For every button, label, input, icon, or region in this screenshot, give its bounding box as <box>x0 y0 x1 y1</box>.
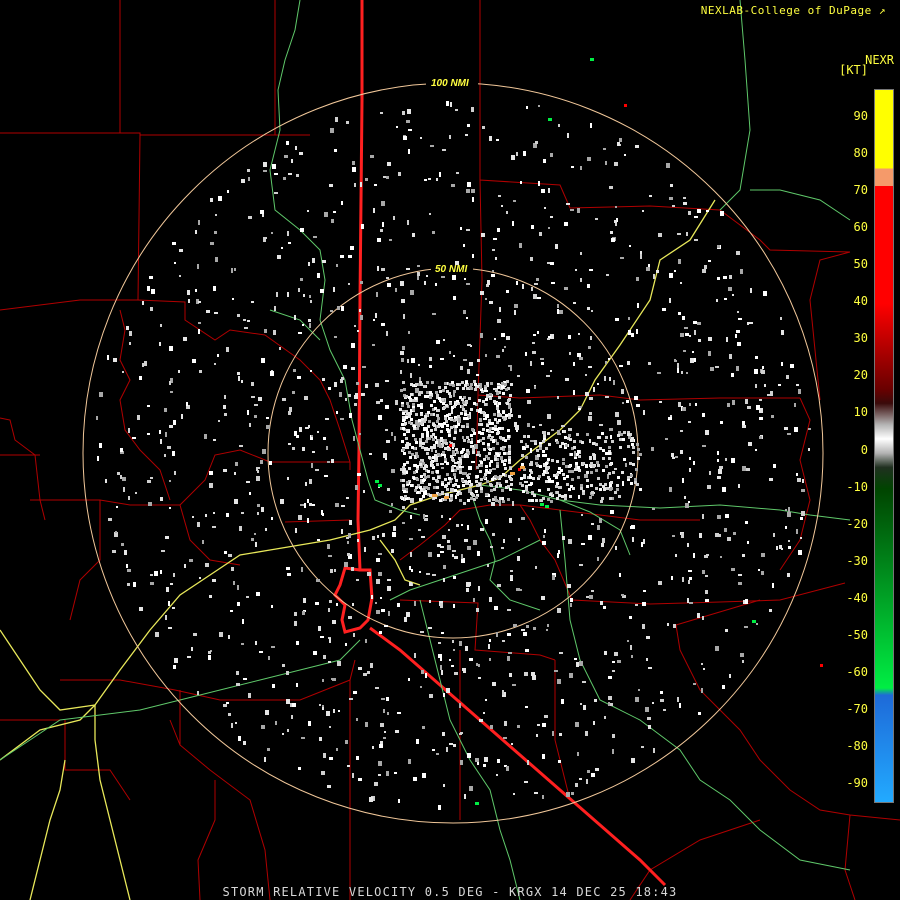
range-label-100nmi: 100 NMI <box>431 78 469 89</box>
credit-text: NEXLAB-College of DuPage <box>700 4 872 17</box>
legend-tick-label: 10 <box>853 405 868 420</box>
legend-tick-label: 80 <box>853 146 868 161</box>
legend-tick-label: 40 <box>853 294 868 309</box>
legend-tick-label: -80 <box>846 738 868 753</box>
legend-tick-label: 60 <box>853 220 868 235</box>
legend-tick-label: 70 <box>853 183 868 198</box>
legend-tick-label: -50 <box>846 627 868 642</box>
legend-tick-label: -20 <box>846 516 868 531</box>
legend-tick-label: -30 <box>846 553 868 568</box>
credit-label: NEXLAB-College of DuPage ↗ <box>701 4 886 17</box>
legend-tick-label: -70 <box>846 701 868 716</box>
external-link-icon[interactable]: ↗ <box>879 4 886 17</box>
range-label-50nmi: 50 NMI <box>435 264 467 275</box>
product-label: NEXR <box>865 53 894 67</box>
legend-tick-label: -60 <box>846 664 868 679</box>
legend-tick-label: 90 <box>853 109 868 123</box>
legend-tick-label: 20 <box>853 368 868 383</box>
legend-tick-label: -40 <box>846 590 868 605</box>
legend-tick-label: 0 <box>860 442 868 457</box>
legend-tick-label: 50 <box>853 257 868 272</box>
legend-tick-label: -90 <box>846 776 868 790</box>
legend-tick-label: 30 <box>853 331 868 346</box>
product-caption: STORM RELATIVE VELOCITY 0.5 DEG - KRGX 1… <box>222 885 678 899</box>
units-label: [KT] <box>839 63 868 77</box>
legend-tick-label: -10 <box>846 479 868 494</box>
radar-map: 100 NMI 50 NMI <box>0 0 900 900</box>
velocity-color-bar <box>874 89 894 803</box>
